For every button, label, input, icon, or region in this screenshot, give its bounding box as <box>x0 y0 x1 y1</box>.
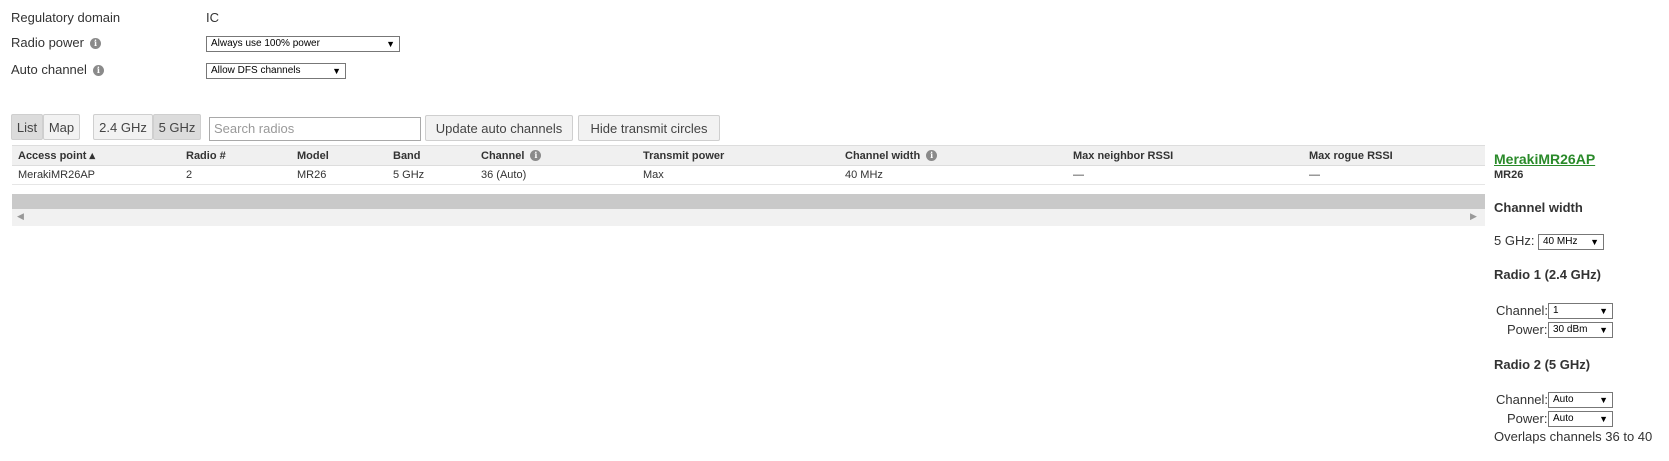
channel-width-heading: Channel width <box>1494 200 1583 215</box>
search-input[interactable]: Search radios <box>209 117 421 141</box>
column-header-channel[interactable]: Channel i <box>475 145 637 166</box>
column-header-max-neighbor-rssi[interactable]: Max neighbor RSSI <box>1067 145 1303 166</box>
scroll-right-icon[interactable]: ▶ <box>1470 211 1477 222</box>
radio2-heading: Radio 2 (5 GHz) <box>1494 357 1591 372</box>
radio1-heading: Radio 1 (2.4 GHz) <box>1494 267 1601 282</box>
caret-down-icon: ▼ <box>332 66 341 76</box>
info-icon[interactable]: i <box>926 150 938 162</box>
column-header-model[interactable]: Model <box>291 145 387 166</box>
scroll-left-icon[interactable]: ◀ <box>17 211 24 222</box>
cw-5ghz-label: 5 GHz: <box>1494 233 1535 248</box>
radio1-channel-select-value: 1 <box>1553 305 1559 316</box>
ap-name-link[interactable]: MerakiMR26AP <box>1494 151 1595 167</box>
radio2-power-select[interactable]: Auto ▼ <box>1548 411 1613 427</box>
radios-table: Access point ▴ Radio # Model Band Channe… <box>12 145 1485 185</box>
radio2-power-select-value: Auto <box>1553 413 1574 424</box>
column-header-radio[interactable]: Radio # <box>180 145 291 166</box>
horizontal-scrollbar-thumb[interactable] <box>12 194 1485 209</box>
band-24-button[interactable]: 2.4 GHz <box>93 114 153 140</box>
view-map-button[interactable]: Map <box>43 114 80 140</box>
info-icon[interactable]: i <box>90 38 101 50</box>
cell-channel: 36 (Auto) <box>475 165 637 185</box>
view-list-button[interactable]: List <box>11 114 43 140</box>
hide-transmit-circles-button[interactable]: Hide transmit circles <box>578 115 720 141</box>
info-icon[interactable]: i <box>92 65 104 77</box>
radio1-power-select[interactable]: 30 dBm ▼ <box>1548 322 1613 338</box>
cell-max-rogue-rssi: — <box>1303 165 1485 185</box>
radio-power-label: Radio power <box>11 35 84 50</box>
auto-channel-select[interactable]: Allow DFS channels ▼ <box>206 63 346 79</box>
overlap-note: Overlaps channels 36 to 40 <box>1494 429 1653 444</box>
cell-channel-width: 40 MHz <box>839 165 1067 185</box>
cell-transmit-power: Max <box>637 165 839 185</box>
auto-channel-label: Auto channel <box>11 62 87 77</box>
caret-down-icon: ▼ <box>1599 306 1608 316</box>
radio2-channel-select-value: Auto <box>1553 394 1574 405</box>
caret-down-icon: ▼ <box>1590 237 1599 247</box>
caret-down-icon: ▼ <box>1599 414 1608 424</box>
column-header-band[interactable]: Band <box>387 145 475 166</box>
ap-model: MR26 <box>1494 169 1524 181</box>
column-header-transmit-power[interactable]: Transmit power <box>637 145 839 166</box>
radio1-channel-select[interactable]: 1 ▼ <box>1548 303 1613 319</box>
channel-width-select-value: 40 MHz <box>1543 236 1578 247</box>
band-5-button[interactable]: 5 GHz <box>153 114 201 140</box>
regulatory-domain-value: IC <box>206 10 219 25</box>
radio2-channel-select[interactable]: Auto ▼ <box>1548 392 1613 408</box>
radio1-power-select-value: 30 dBm <box>1553 324 1588 335</box>
column-header-max-rogue-rssi[interactable]: Max rogue RSSI <box>1303 145 1485 166</box>
radio1-power-label: Power: <box>1507 322 1548 337</box>
auto-channel-select-value: Allow DFS channels <box>211 65 301 76</box>
table-header-row: Access point ▴ Radio # Model Band Channe… <box>12 145 1485 166</box>
auto-channel-row: Auto channel i <box>11 62 104 77</box>
radio-power-select-value: Always use 100% power <box>211 38 320 49</box>
radio-power-row: Radio power i <box>11 35 101 50</box>
cell-access-point: MerakiMR26AP <box>12 165 180 185</box>
radio1-channel-label: Channel: <box>1496 303 1549 318</box>
regulatory-domain-label: Regulatory domain <box>11 10 121 25</box>
cell-radio: 2 <box>180 165 291 185</box>
info-icon[interactable]: i <box>530 150 542 162</box>
update-auto-channels-button[interactable]: Update auto channels <box>425 115 573 141</box>
column-header-access-point[interactable]: Access point ▴ <box>12 145 180 166</box>
caret-down-icon: ▼ <box>386 39 395 49</box>
cell-max-neighbor-rssi: — <box>1067 165 1303 185</box>
channel-width-select[interactable]: 40 MHz ▼ <box>1538 234 1604 250</box>
radio-power-select[interactable]: Always use 100% power ▼ <box>206 36 400 52</box>
cell-model: MR26 <box>291 165 387 185</box>
caret-down-icon: ▼ <box>1599 395 1608 405</box>
column-header-channel-width[interactable]: Channel width i <box>839 145 1067 166</box>
radio2-channel-label: Channel: <box>1496 392 1549 407</box>
horizontal-scrollbar-track[interactable] <box>12 209 1485 226</box>
radio2-power-label: Power: <box>1507 411 1548 426</box>
cell-band: 5 GHz <box>387 165 475 185</box>
caret-down-icon: ▼ <box>1599 325 1608 335</box>
table-row[interactable]: MerakiMR26AP 2 MR26 5 GHz 36 (Auto) Max … <box>12 165 1485 185</box>
